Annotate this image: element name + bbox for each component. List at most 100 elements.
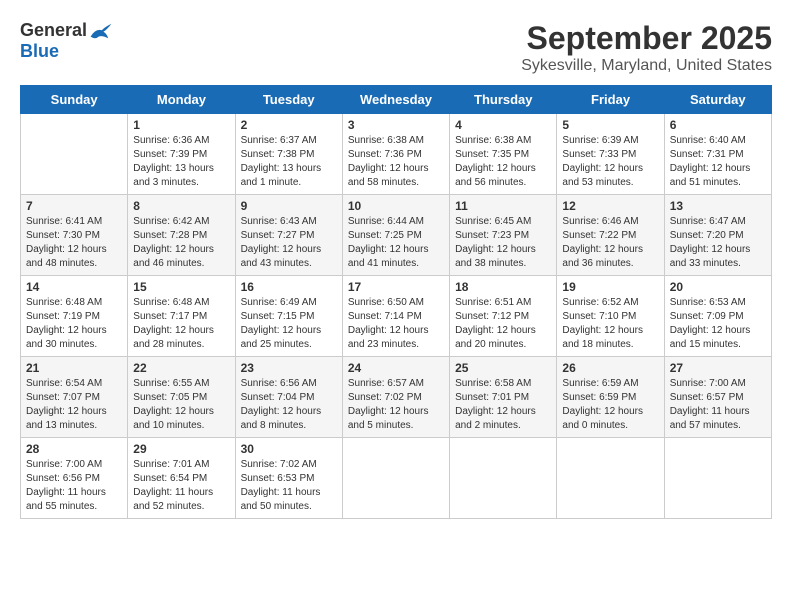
- sunrise-text: Sunrise: 6:51 AM: [455, 296, 551, 310]
- daylight-text: Daylight: 12 hours and 20 minutes.: [455, 324, 551, 352]
- day-number: 5: [562, 118, 658, 132]
- sunset-text: Sunset: 7:17 PM: [133, 310, 229, 324]
- calendar-day-cell: 12 Sunrise: 6:46 AMSunset: 7:22 PMDayligh…: [557, 195, 664, 276]
- calendar-week-row: 14 Sunrise: 6:48 AMSunset: 7:19 PMDayligh…: [21, 276, 772, 357]
- day-number: 4: [455, 118, 551, 132]
- sunset-text: Sunset: 7:10 PM: [562, 310, 658, 324]
- day-info: Sunrise: 6:48 AMSunset: 7:19 PMDaylight:…: [26, 296, 122, 352]
- day-number: 12: [562, 199, 658, 213]
- sunrise-text: Sunrise: 6:48 AM: [133, 296, 229, 310]
- calendar-week-row: 7Sunrise: 6:41 AMSunset: 7:30 PMDaylight…: [21, 195, 772, 276]
- daylight-text: Daylight: 12 hours and 15 minutes.: [670, 324, 766, 352]
- sunset-text: Sunset: 7:22 PM: [562, 229, 658, 243]
- day-info: Sunrise: 6:37 AMSunset: 7:38 PMDaylight:…: [241, 134, 337, 190]
- day-info: Sunrise: 6:56 AMSunset: 7:04 PMDaylight:…: [241, 377, 337, 433]
- day-info: Sunrise: 6:44 AMSunset: 7:25 PMDaylight:…: [348, 215, 444, 271]
- daylight-text: Daylight: 12 hours and 0 minutes.: [562, 405, 658, 433]
- calendar-day-cell: 14 Sunrise: 6:48 AMSunset: 7:19 PMDayligh…: [21, 276, 128, 357]
- daylight-text: Daylight: 11 hours and 50 minutes.: [241, 486, 337, 514]
- calendar-day-cell: 18 Sunrise: 6:51 AMSunset: 7:12 PMDayligh…: [450, 276, 557, 357]
- logo-bird-icon: [89, 22, 113, 40]
- day-info: Sunrise: 7:01 AMSunset: 6:54 PMDaylight:…: [133, 458, 229, 514]
- sunrise-text: Sunrise: 6:41 AM: [26, 215, 122, 229]
- daylight-text: Daylight: 12 hours and 13 minutes.: [26, 405, 122, 433]
- day-number: 17: [348, 280, 444, 294]
- sunset-text: Sunset: 7:25 PM: [348, 229, 444, 243]
- day-number: 26: [562, 361, 658, 375]
- daylight-text: Daylight: 12 hours and 43 minutes.: [241, 243, 337, 271]
- calendar-day-cell: 21Sunrise: 6:54 AMSunset: 7:07 PMDayligh…: [21, 357, 128, 438]
- daylight-text: Daylight: 12 hours and 23 minutes.: [348, 324, 444, 352]
- daylight-text: Daylight: 12 hours and 38 minutes.: [455, 243, 551, 271]
- sunrise-text: Sunrise: 6:53 AM: [670, 296, 766, 310]
- daylight-text: Daylight: 11 hours and 57 minutes.: [670, 405, 766, 433]
- daylight-text: Daylight: 12 hours and 8 minutes.: [241, 405, 337, 433]
- weekday-header-monday: Monday: [128, 86, 235, 114]
- sunset-text: Sunset: 7:27 PM: [241, 229, 337, 243]
- sunset-text: Sunset: 7:33 PM: [562, 148, 658, 162]
- sunset-text: Sunset: 7:15 PM: [241, 310, 337, 324]
- calendar-day-cell: 30Sunrise: 7:02 AMSunset: 6:53 PMDayligh…: [235, 438, 342, 519]
- calendar-day-cell: 4 Sunrise: 6:38 AMSunset: 7:35 PMDaylight…: [450, 114, 557, 195]
- day-info: Sunrise: 6:52 AMSunset: 7:10 PMDaylight:…: [562, 296, 658, 352]
- weekday-header-friday: Friday: [557, 86, 664, 114]
- day-number: 14: [26, 280, 122, 294]
- day-number: 20: [670, 280, 766, 294]
- sunset-text: Sunset: 7:31 PM: [670, 148, 766, 162]
- calendar-week-row: 21Sunrise: 6:54 AMSunset: 7:07 PMDayligh…: [21, 357, 772, 438]
- calendar-day-cell: [342, 438, 449, 519]
- sunset-text: Sunset: 6:59 PM: [562, 391, 658, 405]
- calendar-day-cell: 1 Sunrise: 6:36 AMSunset: 7:39 PMDaylight…: [128, 114, 235, 195]
- day-info: Sunrise: 6:50 AMSunset: 7:14 PMDaylight:…: [348, 296, 444, 352]
- sunrise-text: Sunrise: 6:47 AM: [670, 215, 766, 229]
- day-number: 11: [455, 199, 551, 213]
- daylight-text: Daylight: 11 hours and 52 minutes.: [133, 486, 229, 514]
- day-info: Sunrise: 6:36 AMSunset: 7:39 PMDaylight:…: [133, 134, 229, 190]
- day-info: Sunrise: 6:46 AMSunset: 7:22 PMDaylight:…: [562, 215, 658, 271]
- sunset-text: Sunset: 7:30 PM: [26, 229, 122, 243]
- day-number: 28: [26, 442, 122, 456]
- weekday-header-wednesday: Wednesday: [342, 86, 449, 114]
- day-number: 13: [670, 199, 766, 213]
- page-header: General Blue September 2025 Sykesville, …: [20, 20, 772, 75]
- sunset-text: Sunset: 6:53 PM: [241, 472, 337, 486]
- calendar-day-cell: 9Sunrise: 6:43 AMSunset: 7:27 PMDaylight…: [235, 195, 342, 276]
- daylight-text: Daylight: 11 hours and 55 minutes.: [26, 486, 122, 514]
- day-number: 1: [133, 118, 229, 132]
- day-info: Sunrise: 7:00 AMSunset: 6:56 PMDaylight:…: [26, 458, 122, 514]
- sunset-text: Sunset: 7:35 PM: [455, 148, 551, 162]
- sunset-text: Sunset: 7:05 PM: [133, 391, 229, 405]
- calendar-day-cell: 8Sunrise: 6:42 AMSunset: 7:28 PMDaylight…: [128, 195, 235, 276]
- sunrise-text: Sunrise: 7:00 AM: [26, 458, 122, 472]
- sunset-text: Sunset: 7:23 PM: [455, 229, 551, 243]
- sunrise-text: Sunrise: 6:58 AM: [455, 377, 551, 391]
- page-subtitle: Sykesville, Maryland, United States: [521, 57, 772, 75]
- sunrise-text: Sunrise: 6:56 AM: [241, 377, 337, 391]
- calendar-day-cell: 24Sunrise: 6:57 AMSunset: 7:02 PMDayligh…: [342, 357, 449, 438]
- title-block: September 2025 Sykesville, Maryland, Uni…: [521, 20, 772, 75]
- sunrise-text: Sunrise: 6:46 AM: [562, 215, 658, 229]
- sunrise-text: Sunrise: 6:39 AM: [562, 134, 658, 148]
- day-info: Sunrise: 6:48 AMSunset: 7:17 PMDaylight:…: [133, 296, 229, 352]
- daylight-text: Daylight: 12 hours and 58 minutes.: [348, 162, 444, 190]
- sunrise-text: Sunrise: 6:49 AM: [241, 296, 337, 310]
- day-info: Sunrise: 6:40 AMSunset: 7:31 PMDaylight:…: [670, 134, 766, 190]
- weekday-header-thursday: Thursday: [450, 86, 557, 114]
- day-number: 2: [241, 118, 337, 132]
- day-number: 19: [562, 280, 658, 294]
- day-number: 24: [348, 361, 444, 375]
- day-info: Sunrise: 6:38 AMSunset: 7:35 PMDaylight:…: [455, 134, 551, 190]
- day-number: 30: [241, 442, 337, 456]
- sunrise-text: Sunrise: 6:37 AM: [241, 134, 337, 148]
- calendar-day-cell: [557, 438, 664, 519]
- sunrise-text: Sunrise: 6:42 AM: [133, 215, 229, 229]
- sunset-text: Sunset: 6:56 PM: [26, 472, 122, 486]
- day-info: Sunrise: 6:59 AMSunset: 6:59 PMDaylight:…: [562, 377, 658, 433]
- sunrise-text: Sunrise: 6:54 AM: [26, 377, 122, 391]
- day-number: 25: [455, 361, 551, 375]
- day-number: 9: [241, 199, 337, 213]
- daylight-text: Daylight: 12 hours and 56 minutes.: [455, 162, 551, 190]
- day-info: Sunrise: 6:51 AMSunset: 7:12 PMDaylight:…: [455, 296, 551, 352]
- day-number: 18: [455, 280, 551, 294]
- sunrise-text: Sunrise: 7:01 AM: [133, 458, 229, 472]
